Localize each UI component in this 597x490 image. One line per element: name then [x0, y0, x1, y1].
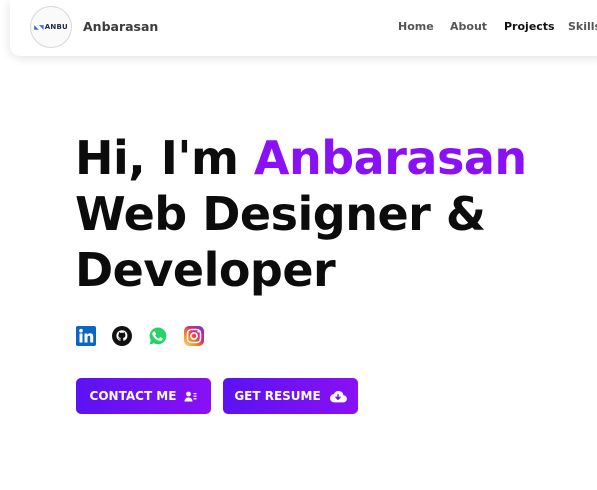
nav-projects[interactable]: Projects: [504, 20, 555, 33]
nav-home[interactable]: Home: [398, 20, 434, 33]
github-icon[interactable]: [112, 326, 132, 346]
social-links: [76, 326, 204, 346]
contact-me-button[interactable]: CONTACT ME: [76, 378, 211, 414]
hero-line-1: Hi, I'm Anbarasan: [75, 130, 527, 186]
instagram-icon[interactable]: [184, 326, 204, 346]
hero-name: Anbarasan: [253, 131, 527, 185]
navbar: ◣◥ ANBU Anbarasan Home About Projects Sk…: [10, 0, 597, 56]
linkedin-icon[interactable]: [76, 326, 96, 346]
cloud-download-icon: [329, 390, 347, 402]
contact-me-label: CONTACT ME: [89, 389, 177, 403]
brand-name[interactable]: Anbarasan: [83, 19, 158, 34]
nav-about[interactable]: About: [450, 20, 487, 33]
nav-skills[interactable]: Skills: [568, 20, 597, 33]
hero-title: Hi, I'm Anbarasan Web Designer & Develop…: [75, 130, 527, 298]
logo-text: ANBU: [44, 23, 68, 31]
get-resume-label: GET RESUME: [234, 389, 321, 403]
whatsapp-icon[interactable]: [148, 326, 168, 346]
logo-mark-icon: ◣◥: [34, 23, 44, 31]
hero-line-2: Web Designer &: [75, 187, 486, 241]
get-resume-button[interactable]: GET RESUME: [223, 378, 358, 414]
hero-greeting: Hi, I'm: [75, 131, 254, 185]
logo[interactable]: ◣◥ ANBU: [30, 6, 72, 48]
hero-line-3: Developer: [75, 243, 336, 297]
user-contact-icon: [184, 391, 197, 401]
